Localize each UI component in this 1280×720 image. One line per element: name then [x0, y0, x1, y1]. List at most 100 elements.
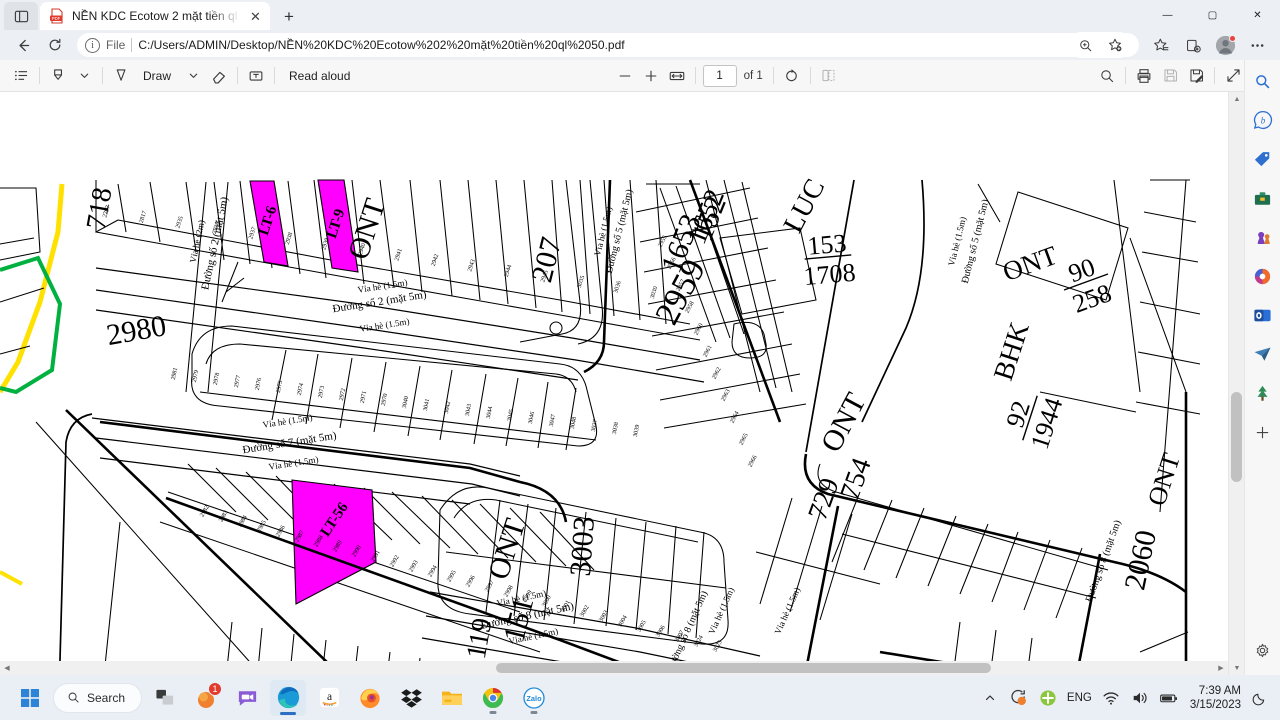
address-bar[interactable]: i File C:/Users/ADMIN/Desktop/NỀN%20KDC%… — [77, 32, 1139, 58]
tray-expand-chevron[interactable] — [980, 688, 1000, 708]
save-as-button[interactable] — [1183, 63, 1209, 89]
taskbar-dropbox-app[interactable] — [393, 680, 429, 716]
save-button[interactable] — [1157, 63, 1183, 89]
page-number-input[interactable]: 1 — [702, 64, 737, 87]
reload-button[interactable] — [40, 32, 70, 58]
map-label: 754 — [834, 454, 877, 504]
sidebar-shopping-icon[interactable] — [1250, 146, 1276, 172]
erase-button[interactable] — [206, 63, 232, 89]
tray-volume-icon[interactable] — [1130, 688, 1150, 708]
map-parcel-number: 3042 — [443, 401, 452, 415]
vertical-scrollbar[interactable]: ▲ ▼ — [1228, 92, 1244, 675]
add-text-button[interactable] — [243, 63, 269, 89]
highlight-options-caret[interactable] — [71, 63, 97, 89]
scroll-down-arrow[interactable]: ▼ — [1229, 661, 1245, 675]
site-info-icon[interactable]: i — [85, 37, 100, 53]
add-favorite-icon[interactable] — [1100, 32, 1130, 58]
pen-icon — [116, 69, 125, 81]
taskbar-edge-app[interactable] — [270, 679, 307, 716]
map-parcel-number: 2996 — [465, 574, 477, 588]
taskbar-firefox-app[interactable] — [352, 680, 388, 716]
tab-close-icon[interactable]: ✕ — [247, 8, 264, 25]
minimize-button[interactable]: — — [1145, 0, 1190, 30]
favorites-button[interactable] — [1146, 32, 1176, 58]
tray-update-icon[interactable] — [1009, 688, 1029, 708]
zoom-out-button[interactable] — [612, 63, 638, 89]
table-of-contents-button[interactable] — [8, 63, 34, 89]
vertical-scroll-thumb[interactable] — [1231, 392, 1242, 482]
map-parcel-number: 3044 — [485, 406, 494, 420]
chevron-up-icon — [985, 694, 995, 700]
fit-to-width-button[interactable] — [664, 63, 690, 89]
sidebar-settings-icon[interactable] — [1250, 637, 1276, 663]
tray-focus-moon-icon[interactable] — [1250, 688, 1270, 708]
browser-menu-button[interactable] — [1242, 32, 1272, 58]
page-view-icon — [822, 69, 835, 82]
draw-label[interactable]: Draw — [134, 63, 180, 89]
maximize-button[interactable]: ▢ — [1190, 0, 1235, 30]
horizontal-scroll-thumb[interactable] — [496, 663, 991, 673]
map-street-label: Vỉa hè (1.5m) — [706, 586, 736, 636]
map-parcel-number: 3039 — [632, 424, 641, 438]
map-parcel-number: 2978 — [212, 372, 221, 386]
tray-language-indicator[interactable]: ENG — [1067, 692, 1092, 704]
taskbar-chat-app[interactable] — [229, 680, 265, 716]
pdf-viewer[interactable]: .ln { stroke:#000; fill:none; stroke-wid… — [0, 92, 1244, 675]
sidebar-tree-icon[interactable] — [1250, 380, 1276, 406]
horizontal-scrollbar[interactable]: ◀ ▶ — [0, 661, 1228, 675]
fullscreen-button[interactable] — [1220, 63, 1246, 89]
zoom-in-button[interactable] — [638, 63, 664, 89]
tray-battery-icon[interactable] — [1159, 688, 1179, 708]
taskbar-amazon-app[interactable]: a — [311, 680, 347, 716]
sidebar-games-icon[interactable] — [1250, 224, 1276, 250]
zoom-indicator-icon[interactable] — [1070, 32, 1100, 58]
highlight-button[interactable] — [45, 63, 71, 89]
pdf-page: .ln { stroke:#000; fill:none; stroke-wid… — [0, 92, 1244, 675]
toolbar-divider — [772, 67, 774, 84]
url-text[interactable]: C:/Users/ADMIN/Desktop/NỀN%20KDC%20Ecoto… — [138, 38, 1063, 52]
new-tab-button[interactable]: + — [276, 4, 302, 30]
taskbar-notification-app[interactable]: 1 — [188, 680, 224, 716]
scroll-right-arrow[interactable]: ▶ — [1214, 661, 1228, 675]
browser-tab[interactable]: PDF NỀN KDC Ecotow 2 mặt tiền ql 50 ✕ — [40, 2, 270, 30]
draw-options-caret[interactable] — [180, 63, 206, 89]
rotate-button[interactable] — [779, 63, 805, 89]
sidebar-tools-icon[interactable] — [1250, 185, 1276, 211]
task-view-button[interactable] — [147, 680, 183, 716]
toolbar-divider — [237, 67, 239, 84]
toolbar-divider — [809, 67, 811, 84]
clock-time: 7:39 AM — [1198, 684, 1241, 697]
window-close-button[interactable]: ✕ — [1235, 0, 1280, 30]
back-button[interactable] — [8, 32, 38, 58]
map-parcel-number: 3002 — [579, 604, 591, 618]
map-parcel-number: 2973 — [317, 385, 326, 399]
profile-button[interactable] — [1210, 32, 1240, 58]
sidebar-drop-icon[interactable] — [1250, 341, 1276, 367]
sidebar-copilot-icon[interactable]: b — [1250, 107, 1276, 133]
taskbar-search[interactable]: Search — [53, 682, 143, 713]
tab-actions-button[interactable] — [4, 2, 38, 30]
tray-antivirus-icon[interactable] — [1038, 688, 1058, 708]
scroll-left-arrow[interactable]: ◀ — [0, 661, 14, 675]
start-button[interactable] — [12, 680, 48, 716]
tray-wifi-icon[interactable] — [1101, 688, 1121, 708]
taskbar-clock[interactable]: 7:39 AM 3/15/2023 — [1190, 684, 1241, 712]
collections-button[interactable] — [1178, 32, 1208, 58]
read-aloud-button[interactable]: Read aloud — [280, 63, 359, 89]
scroll-up-arrow[interactable]: ▲ — [1229, 92, 1245, 106]
sidebar-search-icon[interactable] — [1250, 68, 1276, 94]
page-view-button[interactable] — [816, 63, 842, 89]
taskbar-chrome-app[interactable] — [475, 680, 511, 716]
taskbar-zalo-app[interactable]: Zalo — [516, 680, 552, 716]
folder-icon — [442, 691, 463, 705]
svg-text:PDF: PDF — [52, 16, 61, 21]
map-label: ONT — [999, 240, 1062, 287]
sidebar-office-icon[interactable] — [1250, 263, 1276, 289]
sidebar-outlook-icon[interactable] — [1250, 302, 1276, 328]
sidebar-add-icon[interactable] — [1250, 419, 1276, 445]
map-street-label: Vỉa hè (1.5m) — [262, 412, 313, 430]
draw-button[interactable] — [108, 63, 134, 89]
print-button[interactable] — [1131, 63, 1157, 89]
search-document-button[interactable] — [1094, 63, 1120, 89]
taskbar-file-explorer-app[interactable] — [434, 680, 470, 716]
